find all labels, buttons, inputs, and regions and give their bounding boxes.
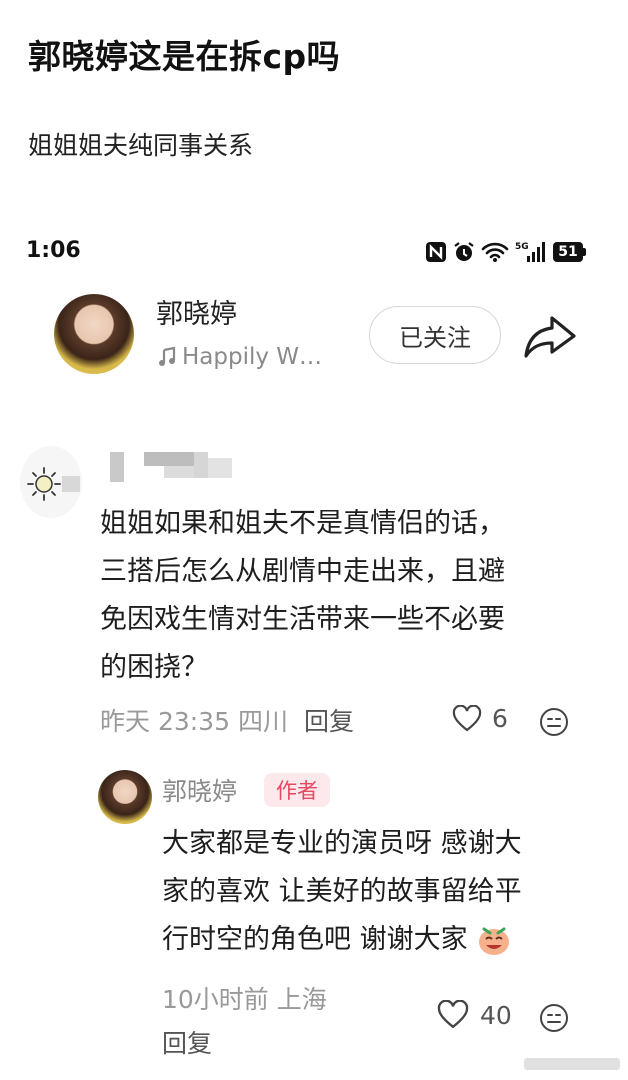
post-body: 姐姐姐夫纯同事关系 [28, 131, 254, 160]
author-badge: 作者 [264, 773, 330, 807]
comment-line: 三搭后怎么从剧情中走出来，且避 [100, 556, 505, 587]
emoji-reaction-icon[interactable] [538, 1002, 570, 1034]
reply-reply-button[interactable]: 回复 [162, 1024, 212, 1060]
watermark [524, 1058, 620, 1070]
heart-icon [437, 1000, 469, 1029]
network-label: 5G [515, 242, 529, 252]
comment-time: 昨天 23:35 [100, 707, 230, 736]
reply-text: 大家都是专业的演员呀 感谢大 家的喜欢 让美好的故事留给平 行时空的角色吧 谢谢… [162, 820, 592, 964]
comment-reply-button[interactable]: 回复 [304, 702, 354, 738]
sun-icon [27, 467, 80, 501]
profile-avatar[interactable] [54, 294, 134, 374]
comment-like-count: 6 [492, 704, 508, 733]
follow-button[interactable]: 已关注 [369, 306, 501, 364]
status-bar: 1:06 5G 51 [26, 238, 586, 268]
post-title: 郭晓婷这是在拆cp吗 [28, 37, 341, 76]
reply-meta: 10小时前 上海 [162, 985, 327, 1014]
emoji-reaction-icon[interactable] [538, 706, 570, 738]
reply-avatar[interactable] [98, 770, 152, 824]
comment-like-button[interactable]: 6 [452, 704, 508, 733]
signal-icon: 5G [515, 242, 545, 262]
reply-line: 家的喜欢 让美好的故事留给平 [162, 876, 522, 907]
comment-line: 的困挠？ [100, 652, 208, 683]
music-title: Happily W… [182, 344, 323, 370]
commenter-avatar[interactable] [20, 446, 82, 518]
status-time: 1:06 [26, 238, 81, 263]
nfc-icon [426, 242, 446, 262]
share-icon[interactable] [522, 310, 578, 360]
profile-name[interactable]: 郭晓婷 [156, 292, 237, 331]
reply-like-button[interactable]: 40 [436, 1000, 512, 1030]
laughing-emoji-icon [478, 927, 509, 955]
reply-line: 大家都是专业的演员呀 感谢大 [162, 828, 522, 859]
reply-line-text: 行时空的角色吧 谢谢大家 [162, 924, 468, 955]
comment-location: 四川 [238, 707, 289, 736]
status-icons: 5G 51 [425, 240, 586, 264]
comment-line: 姐姐如果和姐夫不是真情侣的话， [100, 508, 505, 539]
alarm-icon [454, 242, 474, 261]
music-row[interactable]: Happily W… [158, 344, 322, 370]
reply-author-name[interactable]: 郭晓婷 [162, 772, 237, 808]
comment-meta: 昨天 23:35 四川 回复 [100, 702, 354, 738]
battery-icon: 51 [553, 242, 586, 262]
music-note-icon [159, 347, 176, 366]
commenter-name-blurred [110, 452, 232, 482]
comment-text: 姐姐如果和姐夫不是真情侣的话， 三搭后怎么从剧情中走出来，且避 免因戏生情对生活… [100, 500, 590, 692]
reply-line: 行时空的角色吧 谢谢大家 [162, 916, 592, 964]
comment-line: 免因戏生情对生活带来一些不必要 [100, 604, 505, 635]
heart-icon [452, 704, 482, 731]
reply-like-count: 40 [480, 1000, 512, 1030]
battery-level: 51 [553, 242, 583, 262]
wifi-icon [481, 242, 509, 262]
